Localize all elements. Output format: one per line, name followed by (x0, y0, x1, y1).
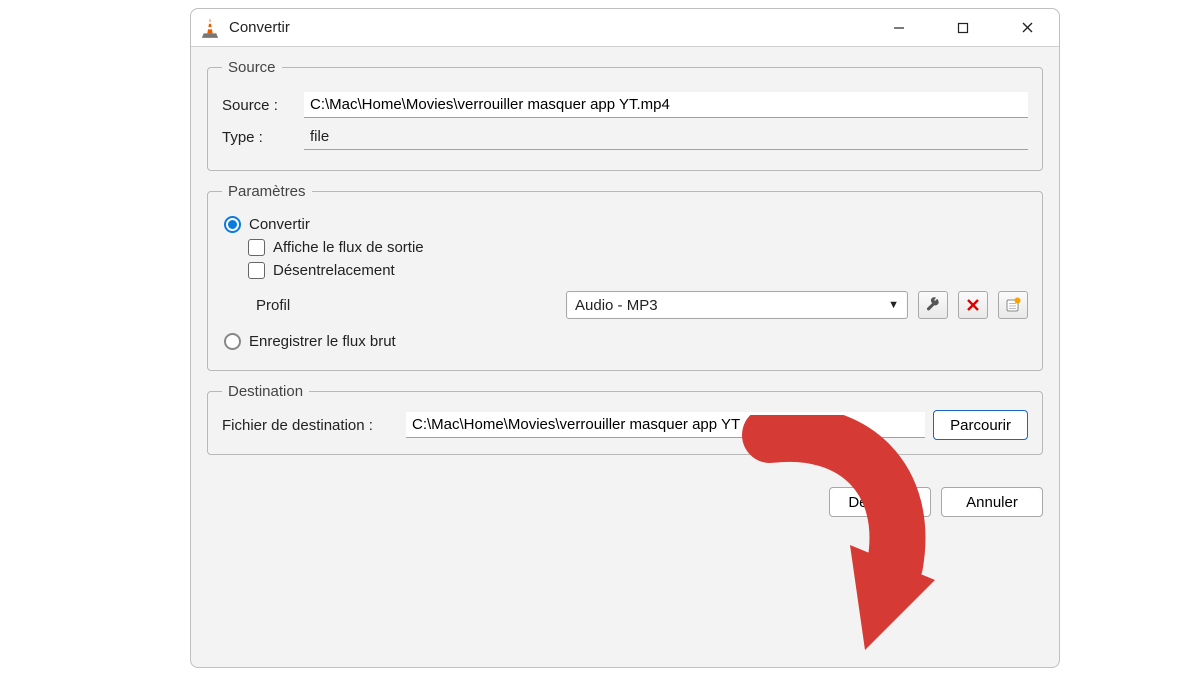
destination-legend: Destination (222, 383, 309, 400)
cancel-button[interactable]: Annuler (941, 487, 1043, 517)
vlc-cone-icon (201, 17, 219, 39)
profile-combo[interactable]: Audio - MP3 ▼ (566, 291, 908, 319)
titlebar[interactable]: Convertir (191, 9, 1059, 47)
deinterlace-checkbox[interactable]: Désentrelacement (248, 262, 1028, 279)
delete-icon (966, 298, 980, 312)
convert-window: Convertir Source Source : Type : file (190, 8, 1060, 668)
source-legend: Source (222, 59, 282, 76)
convert-radio-label: Convertir (249, 216, 310, 233)
destination-file-label: Fichier de destination : (222, 417, 398, 434)
radio-raw-icon (224, 333, 241, 350)
new-profile-button[interactable] (998, 291, 1028, 319)
close-button[interactable] (995, 9, 1059, 47)
delete-profile-button[interactable] (958, 291, 988, 319)
start-button[interactable]: Démarrer (829, 487, 931, 517)
source-group: Source Source : Type : file (207, 59, 1043, 171)
radio-convert-icon (224, 216, 241, 233)
window-title: Convertir (229, 19, 290, 36)
wrench-icon (925, 297, 941, 313)
chevron-down-icon: ▼ (888, 299, 899, 311)
edit-profile-button[interactable] (918, 291, 948, 319)
profile-combo-value: Audio - MP3 (575, 297, 658, 314)
checkbox-icon (248, 262, 265, 279)
destination-group: Destination Fichier de destination : Par… (207, 383, 1043, 455)
raw-radio-row[interactable]: Enregistrer le flux brut (224, 333, 1028, 350)
convert-radio-row[interactable]: Convertir (224, 216, 1028, 233)
display-output-checkbox[interactable]: Affiche le flux de sortie (248, 239, 1028, 256)
checkbox-icon (248, 239, 265, 256)
type-value: file (304, 124, 1028, 150)
display-output-label: Affiche le flux de sortie (273, 239, 424, 256)
deinterlace-label: Désentrelacement (273, 262, 395, 279)
minimize-button[interactable] (867, 9, 931, 47)
destination-file-input[interactable] (406, 412, 925, 438)
source-label: Source : (222, 97, 294, 114)
new-profile-icon (1005, 297, 1021, 313)
parameters-legend: Paramètres (222, 183, 312, 200)
profile-label: Profil (256, 297, 556, 314)
raw-radio-label: Enregistrer le flux brut (249, 333, 396, 350)
parameters-group: Paramètres Convertir Affiche le flux de … (207, 183, 1043, 371)
maximize-button[interactable] (931, 9, 995, 47)
source-input[interactable] (304, 92, 1028, 118)
browse-button[interactable]: Parcourir (933, 410, 1028, 440)
type-label: Type : (222, 129, 294, 146)
